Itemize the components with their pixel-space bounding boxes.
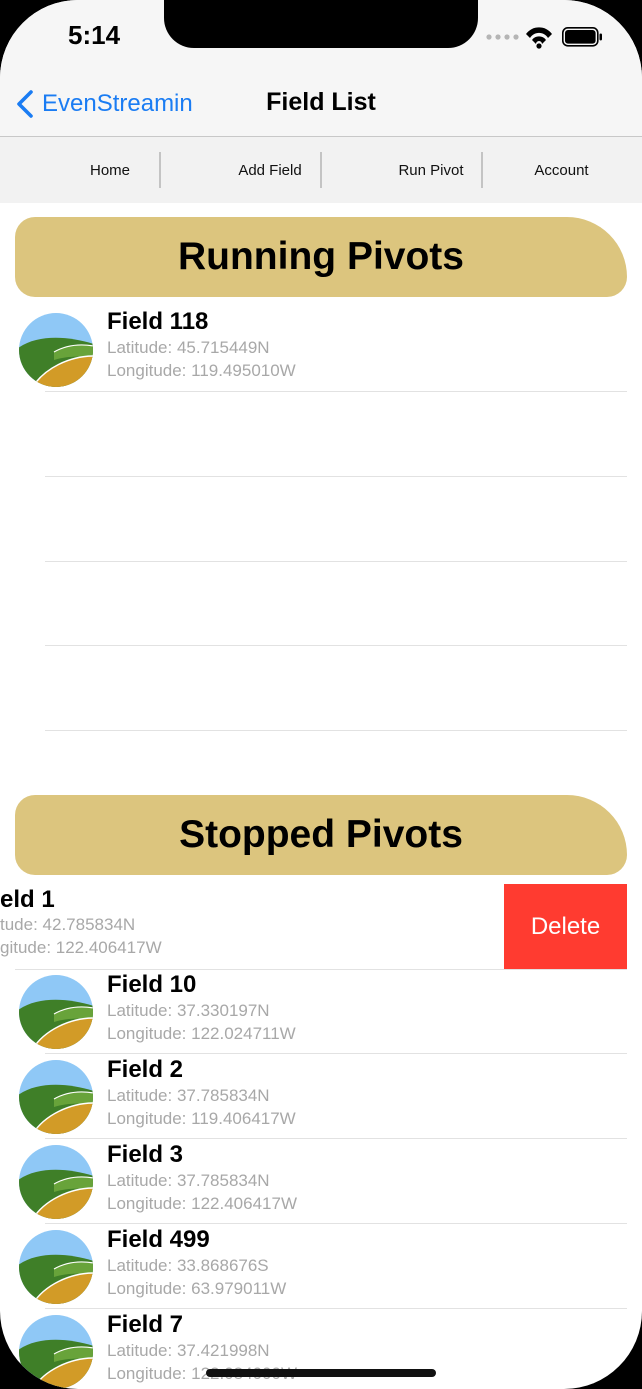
field-name: Field 118 xyxy=(107,308,209,335)
field-icon xyxy=(18,312,94,388)
list-item[interactable]: Field 3 Latitude: 37.785834N Longitude: … xyxy=(0,1140,642,1224)
list-item[interactable]: Field 10 Latitude: 37.330197N Longitude:… xyxy=(0,970,642,1054)
field-longitude: gitude: 122.406417W xyxy=(0,938,162,957)
home-indicator[interactable] xyxy=(206,1369,436,1377)
field-icon xyxy=(18,1144,94,1220)
field-latitude: Latitude: 37.785834N xyxy=(107,1086,270,1105)
field-longitude: Longitude: 119.495010W xyxy=(107,361,296,380)
field-name: Field 499 xyxy=(107,1226,210,1253)
row-divider xyxy=(45,645,627,646)
segment-home[interactable]: Home xyxy=(30,137,190,203)
segment-divider xyxy=(320,152,322,188)
field-latitude: Latitude: 33.868676S xyxy=(107,1256,269,1275)
row-divider xyxy=(45,391,627,392)
row-divider xyxy=(45,1308,627,1309)
stopped-pivots-header: Stopped Pivots xyxy=(15,795,627,875)
row-divider xyxy=(45,476,627,477)
list-item[interactable]: Field 499 Latitude: 33.868676S Longitude… xyxy=(0,1225,642,1309)
field-longitude: Longitude: 122.406417W xyxy=(107,1194,297,1213)
wifi-icon xyxy=(526,27,552,49)
status-icons xyxy=(486,27,602,49)
device-notch xyxy=(164,0,478,48)
field-icon xyxy=(18,1229,94,1305)
field-icon xyxy=(18,974,94,1050)
delete-button[interactable]: Delete xyxy=(504,884,627,969)
field-longitude: Longitude: 122.024711W xyxy=(107,1024,296,1043)
battery-icon xyxy=(562,27,602,47)
field-latitude: Latitude: 37.421998N xyxy=(107,1341,270,1360)
field-latitude: tude: 42.785834N xyxy=(0,915,136,934)
signal-icon xyxy=(486,34,519,40)
field-name: Field 2 xyxy=(107,1056,184,1083)
row-divider xyxy=(45,1053,627,1054)
list-item[interactable]: Field 2 Latitude: 37.785834N Longitude: … xyxy=(0,1055,642,1139)
list-item[interactable]: Field 7 Latitude: 37.421998N Longitude: … xyxy=(0,1310,642,1389)
field-icon xyxy=(18,1059,94,1135)
segment-bar: Home Add Field Run Pivot Account xyxy=(0,137,642,203)
field-name: Field 10 xyxy=(107,971,197,998)
field-latitude: Latitude: 37.330197N xyxy=(107,1001,270,1020)
field-name: eld 1 xyxy=(0,886,55,913)
segment-account[interactable]: Account xyxy=(481,137,642,203)
field-longitude: Longitude: 119.406417W xyxy=(107,1109,296,1128)
field-icon xyxy=(18,1314,94,1389)
status-time: 5:14 xyxy=(68,20,121,50)
row-divider xyxy=(45,1223,627,1224)
running-pivots-header: Running Pivots xyxy=(15,217,627,297)
segment-add-field[interactable]: Add Field xyxy=(190,137,350,203)
field-name: Field 7 xyxy=(107,1311,184,1338)
row-divider xyxy=(45,730,627,731)
field-latitude: Latitude: 45.715449N xyxy=(107,338,270,357)
list-item[interactable]: Field 118 Latitude: 45.715449N Longitude… xyxy=(0,300,642,392)
row-divider xyxy=(45,561,627,562)
phone-screen: 5:14 EvenStreamin Field List Home Add Fi… xyxy=(0,0,642,1389)
field-latitude: Latitude: 37.785834N xyxy=(107,1171,270,1190)
row-divider xyxy=(45,1138,627,1139)
page-title: Field List xyxy=(266,88,376,116)
field-name: Field 3 xyxy=(107,1141,184,1168)
segment-divider xyxy=(159,152,161,188)
field-longitude: Longitude: 63.979011W xyxy=(107,1279,287,1298)
